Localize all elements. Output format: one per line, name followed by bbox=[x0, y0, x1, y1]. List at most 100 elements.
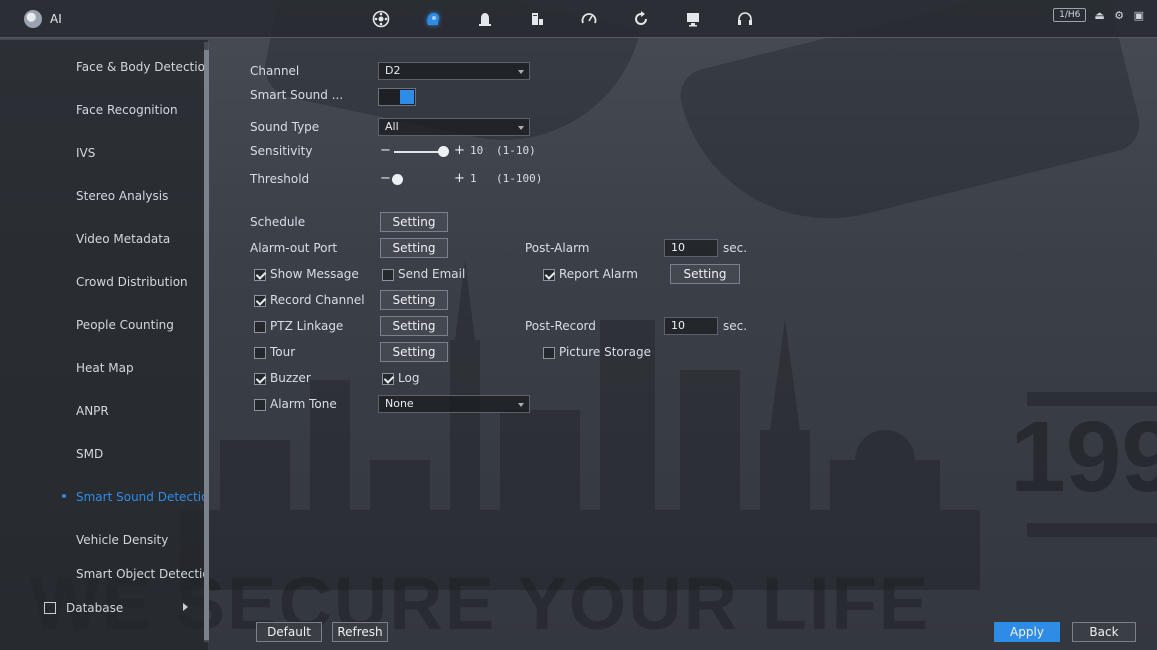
main-content: Channel D2 Smart Sound ... Sound Type Al… bbox=[208, 40, 1157, 650]
alarm-bell-icon[interactable] bbox=[459, 0, 511, 38]
apply-button[interactable]: Apply bbox=[994, 622, 1060, 642]
storage-icon[interactable] bbox=[511, 0, 563, 38]
ptz-linkage-checkbox[interactable] bbox=[254, 321, 266, 333]
plus-icon[interactable]: + bbox=[454, 143, 465, 158]
show-message-checkbox[interactable] bbox=[254, 269, 266, 281]
maintenance-refresh-icon[interactable] bbox=[615, 0, 667, 38]
sidebar-item-face-recognition[interactable]: Face Recognition bbox=[0, 88, 204, 131]
database-icon bbox=[44, 602, 56, 614]
sidebar-item-video-metadata[interactable]: Video Metadata bbox=[0, 217, 204, 260]
headset-icon[interactable] bbox=[719, 0, 771, 38]
top-bar: AI 1/H6 ⏏ ⚙ ▣ bbox=[0, 0, 1157, 38]
slider-thumb[interactable] bbox=[438, 146, 449, 157]
post-record-input[interactable]: 10 bbox=[664, 317, 718, 335]
sound-type-value: All bbox=[385, 120, 399, 133]
log-label: Log bbox=[398, 371, 420, 385]
tour-label: Tour bbox=[270, 345, 296, 359]
schedule-setting-button[interactable]: Setting bbox=[380, 212, 448, 232]
alarm-tone-checkbox[interactable] bbox=[254, 399, 266, 411]
sidebar-item-smart-sound-detection[interactable]: Smart Sound Detection bbox=[0, 475, 204, 518]
post-alarm-label: Post-Alarm bbox=[525, 241, 590, 255]
sensitivity-value: 10 bbox=[470, 144, 484, 157]
picture-storage-checkbox[interactable] bbox=[543, 347, 555, 359]
operation-gauge-icon[interactable] bbox=[563, 0, 615, 38]
tour-setting-button[interactable]: Setting bbox=[380, 342, 448, 362]
alarm-tone-select[interactable]: None bbox=[378, 395, 530, 413]
threshold-value: 1 bbox=[470, 172, 477, 185]
sidebar-item-heat-map[interactable]: Heat Map bbox=[0, 346, 204, 389]
chevron-down-icon bbox=[518, 403, 524, 407]
sensitivity-range: (1-10) bbox=[496, 144, 536, 157]
toggle-knob bbox=[400, 90, 414, 104]
chevron-down-icon bbox=[518, 70, 524, 74]
post-record-label: Post-Record bbox=[525, 319, 596, 333]
sidebar-item-anpr[interactable]: ANPR bbox=[0, 389, 204, 432]
tour-checkbox[interactable] bbox=[254, 347, 266, 359]
report-alarm-label: Report Alarm bbox=[559, 267, 638, 281]
threshold-range: (1-100) bbox=[496, 172, 543, 185]
report-alarm-setting-button[interactable]: Setting bbox=[670, 264, 740, 284]
alarm-tone-label: Alarm Tone bbox=[270, 397, 337, 411]
chevron-down-icon bbox=[518, 126, 524, 130]
camera-lens-icon[interactable] bbox=[355, 0, 407, 38]
back-button[interactable]: Back bbox=[1072, 622, 1136, 642]
record-channel-setting-button[interactable]: Setting bbox=[380, 290, 448, 310]
alarm-out-setting-button[interactable]: Setting bbox=[380, 238, 448, 258]
plus-icon[interactable]: + bbox=[454, 171, 465, 186]
sidebar-item-people-counting[interactable]: People Counting bbox=[0, 303, 204, 346]
minus-icon[interactable]: − bbox=[380, 143, 391, 158]
picture-storage-label: Picture Storage bbox=[559, 345, 652, 359]
user-shutdown-icons[interactable]: ⏏ ⚙ ▣ bbox=[1094, 9, 1147, 22]
sidebar-item-ivs[interactable]: IVS bbox=[0, 131, 204, 174]
sound-type-select[interactable]: All bbox=[378, 118, 530, 136]
sidebar-item-smart-object-detection[interactable]: Smart Object Detection bbox=[0, 552, 204, 595]
chevron-right-icon bbox=[183, 603, 188, 611]
show-message-label: Show Message bbox=[270, 267, 359, 281]
sidebar-item-smd[interactable]: SMD bbox=[0, 432, 204, 475]
channel-value: D2 bbox=[385, 64, 401, 77]
slider-thumb[interactable] bbox=[392, 174, 403, 185]
main-nav bbox=[355, 0, 771, 38]
threshold-label: Threshold bbox=[250, 172, 310, 186]
smart-sound-toggle[interactable] bbox=[378, 88, 416, 106]
buzzer-checkbox[interactable] bbox=[254, 373, 266, 385]
sidebar-item-database[interactable]: Database bbox=[0, 595, 204, 621]
send-email-checkbox[interactable] bbox=[382, 269, 394, 281]
sidebar-item-label: Database bbox=[66, 601, 124, 615]
monitor-icon[interactable] bbox=[667, 0, 719, 38]
status-area: 1/H6 ⏏ ⚙ ▣ bbox=[1053, 8, 1147, 22]
threshold-slider[interactable]: − + 1 (1-100) bbox=[378, 171, 578, 189]
ptz-linkage-label: PTZ Linkage bbox=[270, 319, 344, 333]
smart-sound-label: Smart Sound ... bbox=[250, 88, 344, 102]
default-button[interactable]: Default bbox=[256, 622, 322, 642]
ptz-linkage-setting-button[interactable]: Setting bbox=[380, 316, 448, 336]
refresh-button[interactable]: Refresh bbox=[332, 622, 388, 642]
send-email-label: Send Email bbox=[398, 267, 466, 281]
sidebar-item-stereo-analysis[interactable]: Stereo Analysis bbox=[0, 174, 204, 217]
channel-select[interactable]: D2 bbox=[378, 62, 530, 80]
record-channel-checkbox[interactable] bbox=[254, 295, 266, 307]
alarm-tone-value: None bbox=[385, 397, 414, 410]
app-title: AI bbox=[50, 11, 62, 26]
sensitivity-label: Sensitivity bbox=[250, 144, 313, 158]
minus-icon[interactable]: − bbox=[380, 171, 391, 186]
sidebar-item-crowd-distribution[interactable]: Crowd Distribution bbox=[0, 260, 204, 303]
ai-head-icon[interactable] bbox=[407, 0, 459, 38]
channel-label: Channel bbox=[250, 64, 300, 78]
alarm-out-port-label: Alarm-out Port bbox=[250, 241, 338, 255]
channel-badge[interactable]: 1/H6 bbox=[1053, 8, 1087, 22]
post-record-unit: sec. bbox=[723, 319, 748, 333]
schedule-label: Schedule bbox=[250, 215, 306, 229]
buzzer-label: Buzzer bbox=[270, 371, 311, 385]
post-alarm-input[interactable]: 10 bbox=[664, 239, 718, 257]
ai-app-icon bbox=[24, 9, 42, 28]
record-channel-label: Record Channel bbox=[270, 293, 365, 307]
sidebar-item-face-body-detection[interactable]: Face & Body Detection bbox=[0, 45, 204, 88]
slider-track bbox=[394, 151, 442, 153]
sound-type-label: Sound Type bbox=[250, 120, 320, 134]
post-alarm-unit: sec. bbox=[723, 241, 748, 255]
log-checkbox[interactable] bbox=[382, 373, 394, 385]
sensitivity-slider[interactable]: − + 10 (1-10) bbox=[378, 143, 578, 161]
report-alarm-checkbox[interactable] bbox=[543, 269, 555, 281]
sidebar: Face & Body Detection Face Recognition I… bbox=[0, 40, 209, 650]
